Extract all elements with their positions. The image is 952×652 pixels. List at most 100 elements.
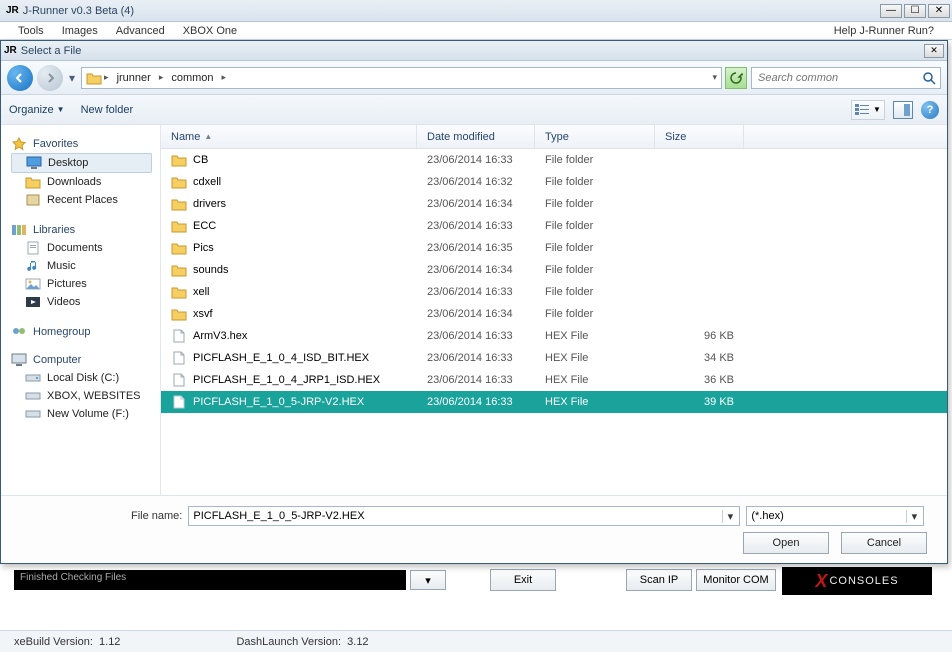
sidebar-item-videos[interactable]: Videos bbox=[11, 293, 160, 311]
folder-row[interactable]: Pics23/06/2014 16:35File folder bbox=[161, 237, 947, 259]
new-folder-button[interactable]: New folder bbox=[81, 104, 134, 116]
file-date: 23/06/2014 16:33 bbox=[417, 220, 535, 232]
file-list[interactable]: CB23/06/2014 16:33File foldercdxell23/06… bbox=[161, 149, 947, 495]
dialog-close-button[interactable]: ✕ bbox=[924, 44, 944, 58]
search-box[interactable] bbox=[751, 67, 941, 89]
list-view-icon bbox=[855, 104, 871, 116]
menu-tools[interactable]: Tools bbox=[18, 25, 44, 37]
sidebar-item-pictures[interactable]: Pictures bbox=[11, 275, 160, 293]
menu-advanced[interactable]: Advanced bbox=[116, 25, 165, 37]
cancel-button[interactable]: Cancel bbox=[841, 532, 927, 554]
chevron-right-icon[interactable]: ▸ bbox=[104, 72, 109, 83]
chevron-down-icon[interactable]: ▾ bbox=[906, 510, 921, 523]
column-header-size[interactable]: Size bbox=[655, 125, 744, 148]
file-size: 39 KB bbox=[655, 396, 744, 408]
file-size: 34 KB bbox=[655, 352, 744, 364]
file-row[interactable]: PICFLASH_E_1_0_4_ISD_BIT.HEX23/06/2014 1… bbox=[161, 347, 947, 369]
dialog-footer: File name: PICFLASH_E_1_0_5-JRP-V2.HEX ▾… bbox=[1, 495, 947, 563]
folder-icon bbox=[171, 219, 187, 233]
file-date: 23/06/2014 16:33 bbox=[417, 330, 535, 342]
filename-combo[interactable]: PICFLASH_E_1_0_5-JRP-V2.HEX ▾ bbox=[188, 506, 740, 526]
file-date: 23/06/2014 16:33 bbox=[417, 374, 535, 386]
sidebar-group-libraries[interactable]: Libraries bbox=[11, 223, 160, 237]
file-name: xell bbox=[193, 286, 210, 298]
refresh-button[interactable] bbox=[725, 67, 747, 89]
star-icon bbox=[11, 137, 27, 151]
open-button[interactable]: Open bbox=[743, 532, 829, 554]
sidebar-group-computer[interactable]: Computer bbox=[11, 353, 160, 367]
file-name: xsvf bbox=[193, 308, 213, 320]
nav-back-button[interactable] bbox=[7, 65, 33, 91]
file-icon bbox=[171, 373, 187, 387]
folder-row[interactable]: xsvf23/06/2014 16:34File folder bbox=[161, 303, 947, 325]
file-size: 36 KB bbox=[655, 374, 744, 386]
music-icon bbox=[25, 259, 41, 273]
main-close-button[interactable]: ✕ bbox=[928, 4, 950, 18]
main-minimize-button[interactable]: — bbox=[880, 4, 902, 18]
organize-menu[interactable]: Organize ▼ bbox=[9, 104, 65, 116]
file-type: File folder bbox=[535, 176, 655, 188]
help-button[interactable]: ? bbox=[921, 101, 939, 119]
breadcrumb-collapse-icon[interactable]: ▾ bbox=[712, 72, 717, 83]
folder-row[interactable]: xell23/06/2014 16:33File folder bbox=[161, 281, 947, 303]
sidebar-item-music[interactable]: Music bbox=[11, 257, 160, 275]
sidebar-item-xbox-websites[interactable]: XBOX, WEBSITES bbox=[11, 387, 160, 405]
filetype-filter-combo[interactable]: (*.hex) ▾ bbox=[746, 506, 924, 526]
menu-images[interactable]: Images bbox=[62, 25, 98, 37]
sidebar-group-favorites[interactable]: Favorites bbox=[11, 137, 160, 151]
chevron-right-icon[interactable]: ▸ bbox=[159, 72, 164, 83]
file-row[interactable]: PICFLASH_E_1_0_4_JRP1_ISD.HEX23/06/2014 … bbox=[161, 369, 947, 391]
column-header-blank[interactable] bbox=[744, 125, 947, 148]
computer-icon bbox=[11, 353, 27, 367]
breadcrumb-seg-jrunner[interactable]: jrunner bbox=[111, 72, 157, 84]
sidebar-item-documents[interactable]: Documents bbox=[11, 239, 160, 257]
console-dropdown[interactable]: ▾ bbox=[410, 570, 446, 590]
sidebar-item-desktop[interactable]: Desktop bbox=[11, 153, 152, 173]
file-name: PICFLASH_E_1_0_5-JRP-V2.HEX bbox=[193, 396, 364, 408]
search-input[interactable] bbox=[756, 71, 922, 85]
menu-help[interactable]: Help J-Runner Run? bbox=[834, 25, 934, 37]
file-open-dialog: JR Select a File ✕ ▾ ▸ jrunner ▸ common … bbox=[0, 40, 948, 564]
search-icon[interactable] bbox=[922, 71, 936, 85]
file-name: cdxell bbox=[193, 176, 221, 188]
breadcrumb[interactable]: ▸ jrunner ▸ common ▸ ▾ bbox=[81, 67, 722, 89]
arrow-right-icon bbox=[44, 72, 56, 84]
sidebar-item-new-volume-f[interactable]: New Volume (F:) bbox=[11, 405, 160, 423]
menu-xbox-one[interactable]: XBOX One bbox=[183, 25, 237, 37]
file-name: CB bbox=[193, 154, 208, 166]
folder-row[interactable]: cdxell23/06/2014 16:32File folder bbox=[161, 171, 947, 193]
sidebar-group-homegroup[interactable]: Homegroup bbox=[11, 325, 160, 339]
main-menu: Tools Images Advanced XBOX One Help J-Ru… bbox=[0, 22, 952, 40]
chevron-down-icon[interactable]: ▾ bbox=[722, 510, 737, 523]
breadcrumb-seg-common[interactable]: common bbox=[165, 72, 219, 84]
scan-ip-button[interactable]: Scan IP bbox=[626, 569, 692, 591]
chevron-right-icon[interactable]: ▸ bbox=[222, 72, 227, 83]
refresh-icon bbox=[729, 71, 743, 85]
nav-forward-button[interactable] bbox=[37, 65, 63, 91]
sidebar-item-recent[interactable]: Recent Places bbox=[11, 191, 160, 209]
sidebar-item-downloads[interactable]: Downloads bbox=[11, 173, 160, 191]
column-header-type[interactable]: Type bbox=[535, 125, 655, 148]
file-row[interactable]: PICFLASH_E_1_0_5-JRP-V2.HEX23/06/2014 16… bbox=[161, 391, 947, 413]
folder-row[interactable]: ECC23/06/2014 16:33File folder bbox=[161, 215, 947, 237]
column-header-date[interactable]: Date modified bbox=[417, 125, 535, 148]
file-row[interactable]: ArmV3.hex23/06/2014 16:33HEX File96 KB bbox=[161, 325, 947, 347]
folder-icon bbox=[171, 241, 187, 255]
sidebar-item-local-disk-c[interactable]: Local Disk (C:) bbox=[11, 369, 160, 387]
folder-row[interactable]: CB23/06/2014 16:33File folder bbox=[161, 149, 947, 171]
exit-button[interactable]: Exit bbox=[490, 569, 556, 591]
column-header-name[interactable]: Name▲ bbox=[161, 125, 417, 148]
recent-places-icon bbox=[25, 193, 41, 207]
folder-row[interactable]: sounds23/06/2014 16:34File folder bbox=[161, 259, 947, 281]
monitor-com-button[interactable]: Monitor COM bbox=[696, 569, 776, 591]
folder-row[interactable]: drivers23/06/2014 16:34File folder bbox=[161, 193, 947, 215]
view-mode-button[interactable]: ▼ bbox=[851, 100, 885, 120]
log-console: Finished Checking Files bbox=[14, 570, 406, 590]
chevron-down-icon: ▼ bbox=[873, 105, 881, 114]
pictures-icon bbox=[25, 277, 41, 291]
main-title: J-Runner v0.3 Beta (4) bbox=[23, 5, 880, 17]
preview-pane-button[interactable] bbox=[893, 101, 913, 119]
file-date: 23/06/2014 16:33 bbox=[417, 154, 535, 166]
history-dropdown-icon[interactable]: ▾ bbox=[67, 71, 77, 85]
main-maximize-button[interactable]: ☐ bbox=[904, 4, 926, 18]
